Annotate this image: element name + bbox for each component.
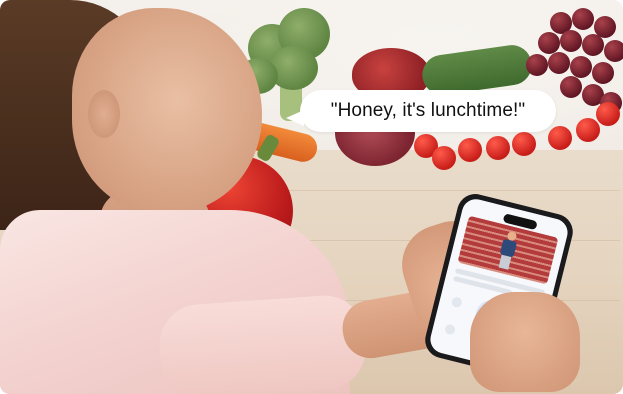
photo-scene: Intercom "Honey, it's lunchtime!" bbox=[0, 0, 623, 394]
control-icon bbox=[450, 296, 463, 309]
speech-bubble: "Honey, it's lunchtime!" bbox=[286, 90, 556, 132]
cherry-tomato bbox=[432, 146, 456, 170]
cherry-tomato bbox=[512, 132, 536, 156]
cherry-tomato bbox=[486, 136, 510, 160]
child-figure bbox=[495, 230, 520, 273]
cherry-tomato bbox=[596, 102, 620, 126]
speech-bubble-text: "Honey, it's lunchtime!" bbox=[330, 100, 526, 121]
cucumber bbox=[419, 42, 535, 98]
shirt-sleeve bbox=[156, 292, 369, 394]
ear bbox=[88, 90, 120, 138]
cherry-tomato bbox=[576, 118, 600, 142]
cherry-tomato bbox=[548, 126, 572, 150]
cherry-tomato bbox=[458, 138, 482, 162]
woman bbox=[0, 0, 369, 394]
speech-bubble-tail bbox=[286, 110, 304, 126]
right-hand bbox=[470, 292, 580, 392]
